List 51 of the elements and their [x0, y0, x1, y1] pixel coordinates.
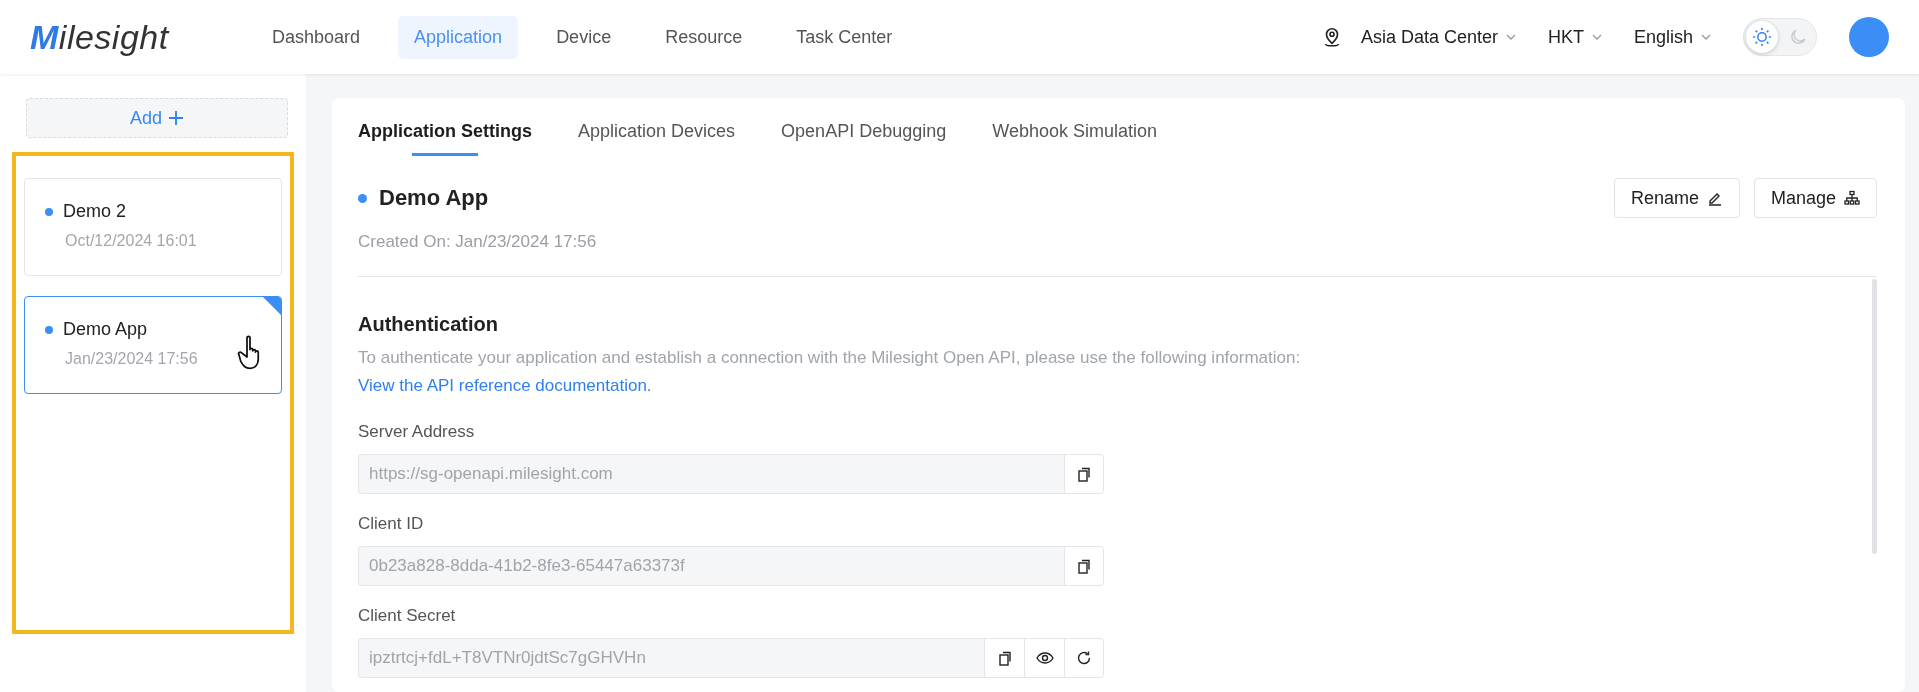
theme-toggle[interactable] [1743, 18, 1817, 56]
status-dot [45, 207, 53, 216]
copy-icon [1076, 558, 1092, 574]
hierarchy-icon [1844, 190, 1860, 206]
nav-tab[interactable]: Dashboard [256, 15, 377, 59]
copy-button[interactable] [984, 638, 1024, 678]
view-button[interactable] [1024, 638, 1064, 678]
created-date: Created On: Jan/23/2024 17:56 [358, 232, 1877, 277]
language-dropdown[interactable]: English [1633, 26, 1711, 48]
field-label: Client ID [358, 514, 425, 534]
timezone-dropdown[interactable]: HKT [1547, 26, 1602, 48]
app-name: Demo App [63, 319, 148, 340]
caret-down-icon [1701, 34, 1711, 40]
section-title: Authentication [358, 313, 499, 336]
app-date: Oct/12/2024 16:01 [65, 232, 198, 250]
copy-button[interactable] [1064, 454, 1104, 494]
app-name: Demo 2 [63, 201, 127, 222]
app-title: Demo App [379, 185, 489, 211]
rename-button[interactable]: Rename [1613, 178, 1740, 218]
field-label: Client Secret [358, 606, 457, 626]
app-card[interactable]: Demo 2 Oct/12/2024 16:01 [24, 178, 282, 276]
caret-down-icon [1591, 34, 1602, 40]
eye-icon [1035, 650, 1054, 666]
status-dot [358, 193, 367, 203]
region-dropdown[interactable]: Asia Data Center [1360, 26, 1516, 48]
tab[interactable]: Webhook Simulation [992, 121, 1157, 156]
copy-icon [996, 650, 1013, 666]
documentation-link[interactable]: View the API reference documentation. [358, 376, 652, 396]
app-date: Jan/23/2024 17:56 [65, 350, 199, 368]
status-dot [45, 325, 53, 334]
nav-tab[interactable]: Device [540, 15, 628, 59]
tab[interactable]: Application Settings [358, 121, 532, 156]
refresh-icon [1076, 650, 1092, 666]
copy-icon [1076, 466, 1092, 482]
caret-down-icon [1505, 34, 1516, 40]
tab[interactable]: Application Devices [578, 121, 736, 156]
logo[interactable]: Milesight [30, 17, 240, 57]
description: To authenticate your application and establish a connection with the Milesight Open API, please use the following information: [358, 348, 1302, 368]
selected-corner-icon [263, 297, 281, 315]
copy-button[interactable] [1064, 546, 1104, 586]
sun-icon[interactable] [1746, 21, 1778, 53]
field-label: Server Address [358, 422, 476, 442]
nav-tab[interactable]: Task Center [780, 15, 909, 59]
tab[interactable]: OpenAPI Debugging [781, 121, 947, 156]
plus-icon [168, 110, 184, 126]
app-card[interactable]: Demo App Jan/23/2024 17:56 [24, 296, 282, 394]
refresh-button[interactable] [1064, 638, 1104, 678]
avatar[interactable] [1849, 17, 1889, 57]
scrollbar[interactable] [1872, 279, 1877, 554]
manage-button[interactable]: Manage [1753, 178, 1877, 218]
nav-tab[interactable]: Resource [649, 15, 759, 59]
